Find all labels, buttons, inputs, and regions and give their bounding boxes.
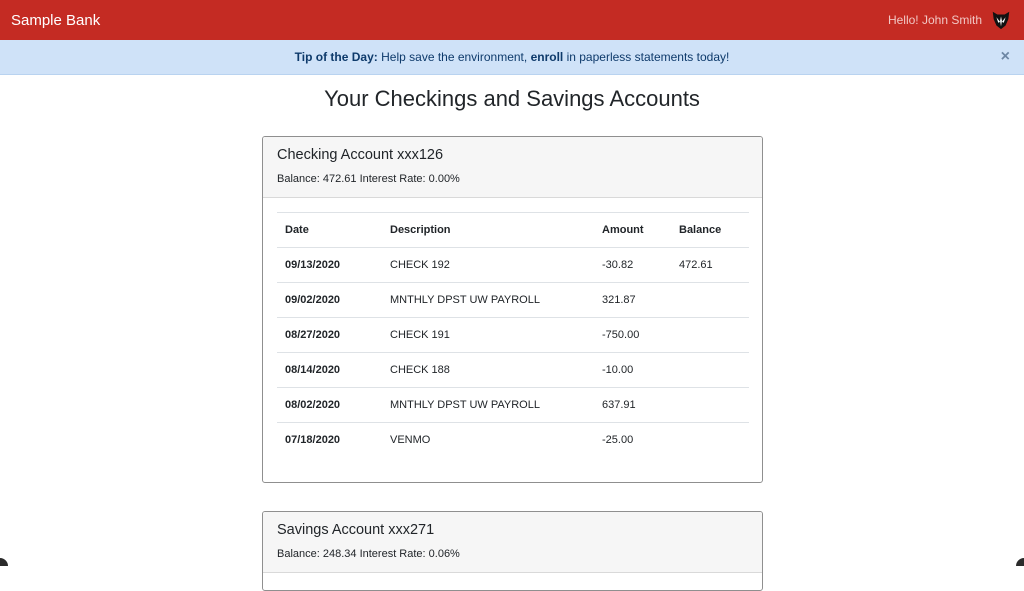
user-greeting: Hello! John Smith [888,13,982,27]
cell-amount: -750.00 [594,318,671,353]
page-title: Your Checkings and Savings Accounts [0,86,1024,112]
column-header-balance: Balance [671,213,749,248]
cell-description: CHECK 191 [382,318,594,353]
account-summary: Balance: 248.34 Interest Rate: 0.06% [277,548,748,560]
table-row: 08/02/2020 MNTHLY DPST UW PAYROLL 637.91 [277,388,749,423]
account-title: Checking Account xxx126 [277,147,748,163]
table-row: 08/14/2020 CHECK 188 -10.00 [277,353,749,388]
cell-amount: -25.00 [594,423,671,458]
cell-balance [671,283,749,318]
cell-description: VENMO [382,423,594,458]
table-row: 07/18/2020 VENMO -25.00 [277,423,749,458]
close-icon[interactable]: × [1001,49,1010,65]
column-header-amount: Amount [594,213,671,248]
savings-account-card: Savings Account xxx271 Balance: 248.34 I… [262,511,763,591]
account-summary: Balance: 472.61 Interest Rate: 0.00% [277,173,748,185]
transactions-table: Date Description Amount Balance 09/13/20… [277,212,749,458]
window-corner-left [0,558,8,566]
account-title: Savings Account xxx271 [277,522,748,538]
cell-date: 08/14/2020 [277,353,382,388]
column-header-description: Description [382,213,594,248]
brand-link[interactable]: Sample Bank [11,12,100,29]
cell-amount: -30.82 [594,248,671,283]
cell-date: 08/27/2020 [277,318,382,353]
tip-of-the-day-alert: Tip of the Day: Help save the environmen… [0,40,1024,75]
cell-date: 09/02/2020 [277,283,382,318]
checking-account-card: Checking Account xxx126 Balance: 472.61 … [262,136,763,483]
badger-icon [990,9,1012,31]
window-corner-right [1016,558,1024,566]
cell-amount: -10.00 [594,353,671,388]
alert-text-1: Help save the environment, [381,50,527,64]
top-navbar: Sample Bank Hello! John Smith [0,0,1024,40]
cell-balance [671,388,749,423]
cell-balance [671,423,749,458]
card-header: Savings Account xxx271 Balance: 248.34 I… [263,512,762,573]
alert-message: Tip of the Day: Help save the environmen… [295,50,730,64]
table-row: 09/13/2020 CHECK 192 -30.82 472.61 [277,248,749,283]
column-header-date: Date [277,213,382,248]
alert-prefix: Tip of the Day: [295,50,378,64]
cell-description: CHECK 188 [382,353,594,388]
card-header: Checking Account xxx126 Balance: 472.61 … [263,137,762,198]
cell-description: MNTHLY DPST UW PAYROLL [382,283,594,318]
alert-text-2: in paperless statements today! [567,50,730,64]
cell-description: MNTHLY DPST UW PAYROLL [382,388,594,423]
cell-balance [671,353,749,388]
user-area: Hello! John Smith [888,9,1012,31]
table-header-row: Date Description Amount Balance [277,213,749,248]
cell-date: 07/18/2020 [277,423,382,458]
cell-balance: 472.61 [671,248,749,283]
table-row: 09/02/2020 MNTHLY DPST UW PAYROLL 321.87 [277,283,749,318]
cell-date: 08/02/2020 [277,388,382,423]
cell-balance [671,318,749,353]
cell-amount: 321.87 [594,283,671,318]
enroll-link[interactable]: enroll [531,50,564,64]
table-row: 08/27/2020 CHECK 191 -750.00 [277,318,749,353]
cell-date: 09/13/2020 [277,248,382,283]
cell-amount: 637.91 [594,388,671,423]
cell-description: CHECK 192 [382,248,594,283]
